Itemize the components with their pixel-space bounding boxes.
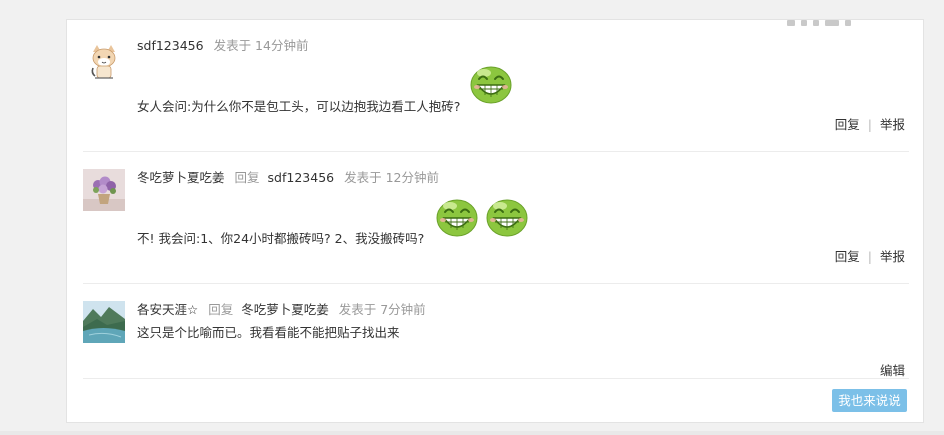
comment-text: 这只是个比喻而已。我看看能不能把贴子找出来 bbox=[137, 325, 400, 340]
comment-meta: 冬吃萝卜夏吃姜 回复 sdf123456 发表于 12分钟前 bbox=[137, 170, 439, 186]
landscape-avatar-icon bbox=[83, 301, 125, 343]
comment-actions: 回复 | 举报 bbox=[835, 249, 905, 265]
comment-meta: 各安天涯☆ 回复 冬吃萝卜夏吃姜 发表于 7分钟前 bbox=[137, 302, 426, 318]
comment-item: sdf123456 发表于 14分钟前 女人会问:为什么你不是包工头，可以边抱我边… bbox=[83, 37, 909, 137]
timestamp: 发表于 14分钟前 bbox=[213, 38, 309, 53]
report-link[interactable]: 举报 bbox=[880, 249, 905, 264]
page-bottom-edge bbox=[0, 431, 944, 435]
grin-icon bbox=[470, 66, 512, 104]
comment-meta: sdf123456 发表于 14分钟前 bbox=[137, 38, 308, 54]
grin-icon bbox=[486, 199, 528, 237]
comment-actions: 回复 | 举报 bbox=[835, 117, 905, 133]
comment-divider bbox=[83, 283, 909, 284]
username-link[interactable]: sdf123456 bbox=[137, 38, 204, 53]
comment-divider bbox=[83, 151, 909, 152]
reply-label: 回复 bbox=[234, 170, 260, 185]
reply-target-link[interactable]: sdf123456 bbox=[268, 170, 335, 185]
avatar[interactable] bbox=[83, 40, 125, 82]
comment-text: 不! 我会问:1、你24小时都搬砖吗? 2、我没搬砖吗? bbox=[137, 231, 425, 246]
reply-link[interactable]: 回复 bbox=[835, 249, 860, 264]
flower-avatar-icon bbox=[83, 169, 125, 211]
comment-panel: sdf123456 发表于 14分钟前 女人会问:为什么你不是包工头，可以边抱我边… bbox=[66, 19, 924, 423]
action-separator: | bbox=[867, 249, 872, 264]
comment-text: 女人会问:为什么你不是包工头，可以边抱我边看工人抱砖? bbox=[137, 99, 461, 114]
avatar[interactable] bbox=[83, 169, 125, 211]
comment-divider bbox=[83, 378, 909, 379]
reply-label: 回复 bbox=[208, 302, 234, 317]
cat-avatar-icon bbox=[83, 40, 125, 82]
comment-item: 冬吃萝卜夏吃姜 回复 sdf123456 发表于 12分钟前 不! 我会问:1、… bbox=[83, 169, 909, 269]
username-link[interactable]: 各安天涯☆ bbox=[137, 302, 198, 317]
username-link[interactable]: 冬吃萝卜夏吃姜 bbox=[137, 170, 225, 185]
avatar[interactable] bbox=[83, 301, 125, 343]
comment-item: 各安天涯☆ 回复 冬吃萝卜夏吃姜 发表于 7分钟前 这只是个比喻而已。我看看能不能把贴… bbox=[83, 301, 909, 381]
reply-link[interactable]: 回复 bbox=[835, 117, 860, 132]
report-link[interactable]: 举报 bbox=[880, 117, 905, 132]
top-toolbar-fragment bbox=[787, 14, 857, 26]
comment-actions: 编辑 bbox=[880, 363, 905, 379]
timestamp: 发表于 7分钟前 bbox=[338, 302, 426, 317]
timestamp: 发表于 12分钟前 bbox=[344, 170, 439, 185]
edit-link[interactable]: 编辑 bbox=[880, 363, 905, 378]
grin-icon bbox=[436, 199, 478, 237]
post-reply-button[interactable]: 我也来说说 bbox=[832, 389, 907, 412]
reply-target-link[interactable]: 冬吃萝卜夏吃姜 bbox=[241, 302, 329, 317]
action-separator: | bbox=[867, 117, 872, 132]
